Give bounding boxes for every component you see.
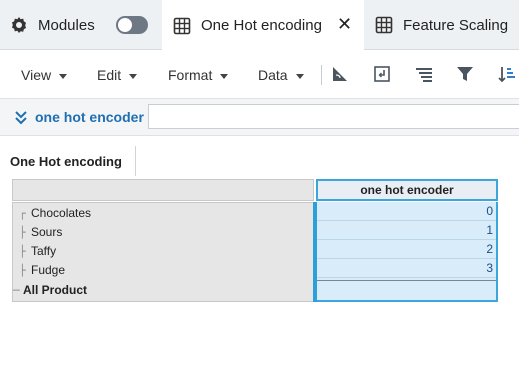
grid-icon [172,16,192,36]
tab-feature-scaling-label: Feature Scaling [403,16,509,34]
row-header[interactable]: ┌ Chocolates [19,204,91,222]
row-header[interactable]: ├ Sours [19,223,62,241]
caret-down-icon [129,73,138,79]
tab-one-hot-encoding[interactable]: One Hot encoding ✕ [162,0,364,51]
tab-feature-scaling[interactable]: Feature Scaling [366,0,519,50]
tree-branch-icon: ┌ [19,207,26,220]
row-header-label: Sours [31,225,63,239]
tree-root-icon: ─ [13,284,20,297]
grid-icon [374,15,394,35]
grid-corner-cell [12,179,314,201]
insert-calc-icon[interactable] [372,64,392,84]
filter-icon[interactable] [455,64,475,84]
row-header-total[interactable]: ─ All Product [13,281,87,299]
table-cell[interactable]: 2 [317,240,496,259]
table-cell[interactable]: 1 [317,221,496,240]
column-header[interactable]: one hot encoder [316,179,498,201]
table-cell-total[interactable] [317,280,496,299]
tree-branch-icon: ├ [19,264,26,277]
table-cell[interactable]: 0 [317,202,496,221]
tab-modules-label: Modules [38,16,95,34]
tab-one-hot-encoding-label: One Hot encoding [201,17,322,34]
angle-ruler-icon[interactable] [330,64,350,84]
caret-down-icon [59,73,68,79]
sort-icon[interactable] [497,64,517,84]
data-menu-label: Data [258,67,288,83]
filter-dimension-label[interactable]: one hot encoder [35,109,144,125]
modules-toggle[interactable] [116,16,148,34]
tab-modules[interactable]: Modules [0,0,158,50]
tree-branch-icon: ├ [19,245,26,258]
sheet-tab[interactable]: One Hot encoding [0,146,136,176]
tree-branch-icon: ├ [19,226,26,239]
tab-bar: Modules One Hot encoding ✕ Feature Scali… [0,0,519,51]
format-menu-label: Format [168,67,213,83]
row-header-label: Taffy [31,244,57,258]
row-header-label: All Product [23,283,88,297]
edit-menu-label: Edit [97,67,122,83]
value-column: 0 1 2 3 [317,202,498,302]
filter-bar: one hot encoder [0,98,519,136]
row-header[interactable]: ├ Fudge [19,261,65,279]
view-menu[interactable]: View [21,67,68,83]
row-header-label: Chocolates [31,206,92,220]
row-header-label: Fudge [31,263,66,277]
double-chevron-down-icon[interactable] [14,109,28,125]
toolbar: View Edit Format Data [0,50,519,98]
format-menu[interactable]: Format [168,67,229,83]
table-cell[interactable]: 3 [317,259,496,278]
close-icon[interactable]: ✕ [337,14,352,34]
view-menu-label: View [21,67,52,83]
row-header[interactable]: ├ Taffy [19,242,56,260]
row-headers: ┌ Chocolates ├ Sours ├ Taffy ├ Fudge ─ All Pr… [12,202,314,302]
caret-down-icon [295,73,304,79]
toolbar-divider [321,65,322,85]
caret-down-icon [220,73,229,79]
gear-icon [9,15,29,35]
indent-list-icon[interactable] [414,64,434,84]
filter-input[interactable] [148,104,519,129]
data-menu[interactable]: Data [258,67,304,83]
edit-menu[interactable]: Edit [97,67,138,83]
